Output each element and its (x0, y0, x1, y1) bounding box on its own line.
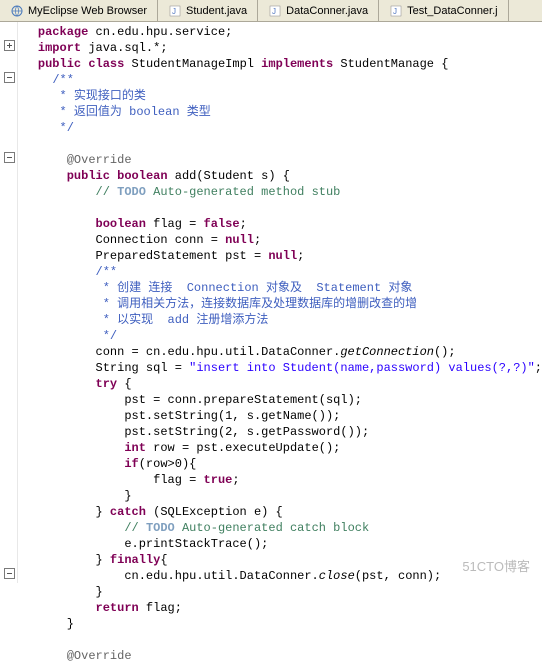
code-area[interactable]: package cn.edu.hpu.service; import java.… (18, 22, 542, 583)
text: cn.edu.hpu.util.DataConner. (124, 569, 318, 583)
text: conn = cn.edu.hpu.util.DataConner. (96, 345, 341, 359)
text: java.sql.*; (81, 41, 167, 55)
javadoc: * 返回值为 (52, 105, 129, 119)
kw-public: public (38, 57, 81, 71)
svg-text:J: J (272, 7, 276, 16)
text: pst.setString(2, s.getPassword()); (124, 425, 369, 439)
text: ; (254, 233, 261, 247)
javadoc: */ (96, 329, 118, 343)
fold-icon[interactable] (4, 152, 15, 163)
text: flag = (146, 217, 204, 231)
text: ; (297, 249, 304, 263)
text: } (96, 585, 103, 599)
text: flag; (139, 601, 182, 615)
tab-browser[interactable]: MyEclipse Web Browser (0, 0, 158, 21)
text: Connection conn = (96, 233, 226, 247)
text: ; (240, 217, 247, 231)
kw-null: null (268, 249, 297, 263)
gutter (0, 22, 18, 583)
java-file-icon: J (168, 4, 182, 18)
text: add(Student s) { (168, 169, 290, 183)
javadoc: * 调用相关方法，连接数据库及处理数据库的增删改查的增 (96, 297, 418, 311)
text: } (96, 505, 110, 519)
comment: Auto-generated method stub (146, 185, 340, 199)
javadoc: /** (52, 73, 74, 87)
tab-label: Test_DataConner.j (407, 5, 498, 17)
svg-text:J: J (172, 7, 176, 16)
annotation: @Override (67, 649, 132, 663)
javadoc: boolean 类型 (129, 105, 211, 119)
text: cn.edu.hpu.service; (88, 25, 232, 39)
java-file-icon: J (389, 4, 403, 18)
kw-finally: finally (110, 553, 160, 567)
javadoc: * 实现接口的类 (52, 89, 146, 103)
text: (pst, conn); (355, 569, 441, 583)
text: PreparedStatement pst = (96, 249, 269, 263)
kw-false: false (204, 217, 240, 231)
text: (); (434, 345, 456, 359)
kw-null: null (225, 233, 254, 247)
tab-test-dataconner[interactable]: J Test_DataConner.j (379, 0, 509, 21)
kw-class: class (88, 57, 124, 71)
text: } (96, 553, 110, 567)
fold-icon[interactable] (4, 568, 15, 579)
text: { (160, 553, 167, 567)
kw-import: import (38, 41, 81, 55)
todo: TODO (117, 185, 146, 199)
kw-boolean: boolean (96, 217, 146, 231)
comment: Auto-generated catch block (175, 521, 369, 535)
kw-if: if (124, 457, 138, 471)
text: flag = (153, 473, 203, 487)
text: pst = conn.prepareStatement(sql); (124, 393, 362, 407)
kw-package: package (38, 25, 88, 39)
watermark: 51CTO博客 (462, 556, 530, 575)
text: { (117, 377, 131, 391)
text: ; (232, 473, 239, 487)
java-file-icon: J (268, 4, 282, 18)
text: (SQLException e) { (146, 505, 283, 519)
kw-catch: catch (110, 505, 146, 519)
text: StudentManage { (333, 57, 448, 71)
tab-label: DataConner.java (286, 5, 368, 17)
text: e.printStackTrace(); (124, 537, 268, 551)
tab-student[interactable]: J Student.java (158, 0, 258, 21)
text: String sql = (96, 361, 190, 375)
editor-tabs: MyEclipse Web Browser J Student.java J D… (0, 0, 542, 22)
static-call: getConnection (340, 345, 434, 359)
tab-label: MyEclipse Web Browser (28, 5, 147, 17)
globe-icon (10, 4, 24, 18)
static-call: close (319, 569, 355, 583)
fold-icon[interactable] (4, 72, 15, 83)
javadoc: */ (52, 121, 74, 135)
kw-true: true (204, 473, 233, 487)
string: "insert into Student(name,password) valu… (189, 361, 535, 375)
text: row = pst.executeUpdate(); (146, 441, 340, 455)
javadoc: * 以实现 (96, 313, 168, 327)
text: } (124, 489, 131, 503)
text: } (67, 617, 74, 631)
kw-implements: implements (261, 57, 333, 71)
tab-dataconner[interactable]: J DataConner.java (258, 0, 379, 21)
kw-return: return (96, 601, 139, 615)
kw-try: try (96, 377, 118, 391)
tab-label: Student.java (186, 5, 247, 17)
kw-boolean: boolean (110, 169, 168, 183)
code-editor[interactable]: package cn.edu.hpu.service; import java.… (0, 22, 542, 583)
kw-int: int (124, 441, 146, 455)
text: pst.setString(1, s.getName()); (124, 409, 340, 423)
fold-icon[interactable] (4, 40, 15, 51)
svg-text:J: J (393, 7, 397, 16)
text: StudentManageImpl (124, 57, 261, 71)
todo: TODO (146, 521, 175, 535)
kw-public: public (67, 169, 110, 183)
text: ; (535, 361, 542, 375)
comment: // (124, 521, 146, 535)
text: (row>0){ (139, 457, 197, 471)
annotation: @Override (67, 153, 132, 167)
comment: // (96, 185, 118, 199)
javadoc: /** (96, 265, 118, 279)
javadoc: * 创建 连接 (96, 281, 187, 295)
javadoc: add 注册增添方法 (168, 313, 269, 327)
javadoc: Connection 对象及 Statement 对象 (187, 281, 413, 295)
